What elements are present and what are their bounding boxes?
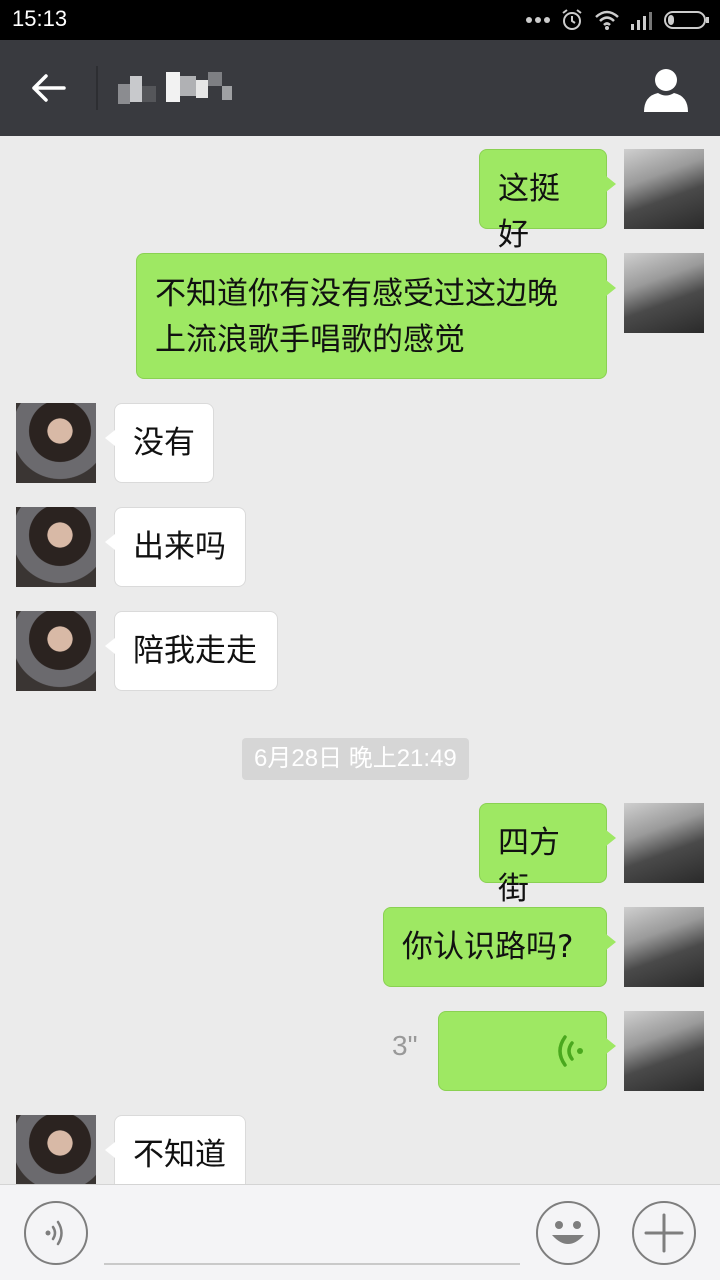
message-list[interactable]: 这挺好 不知道你有没有感受过这边晚上流浪歌手唱歌的感觉 没有 出来吗 陪我走走 … (0, 136, 720, 1184)
timestamp-divider: 6月28日 晚上21:49 (242, 738, 469, 780)
emoji-button[interactable] (536, 1201, 600, 1265)
contact-profile-button[interactable] (642, 66, 690, 114)
contact-avatar[interactable] (16, 507, 96, 587)
contact-avatar[interactable] (16, 611, 96, 691)
input-bar (0, 1184, 720, 1280)
my-avatar[interactable] (624, 253, 704, 333)
more-options-button[interactable] (632, 1201, 696, 1265)
emoji-icon (552, 1221, 584, 1244)
contact-avatar[interactable] (16, 1115, 96, 1184)
message-bubble[interactable]: 这挺好 (479, 149, 616, 253)
message-bubble[interactable]: 四方街 (479, 803, 616, 907)
chat-header (0, 40, 720, 136)
voice-mode-button[interactable] (24, 1201, 88, 1265)
my-avatar[interactable] (624, 1011, 704, 1091)
message-bubble[interactable]: 没有 (105, 403, 214, 483)
my-avatar[interactable] (624, 149, 704, 229)
contact-name (118, 66, 238, 116)
voice-duration: 3" (392, 1030, 418, 1061)
person-icon (644, 69, 688, 112)
more-dots-icon (526, 17, 550, 23)
status-icons (516, 8, 710, 32)
wifi-icon (595, 10, 619, 30)
signal-icon (631, 12, 652, 30)
voice-wave-icon (558, 1035, 583, 1067)
voice-mode-icon (45, 1220, 63, 1246)
battery-icon (664, 11, 709, 29)
contact-avatar[interactable] (16, 403, 96, 483)
message-bubble[interactable]: 你认识路吗? (383, 907, 616, 987)
my-avatar[interactable] (624, 803, 704, 883)
message-bubble[interactable]: 不知道 (105, 1115, 246, 1184)
header-divider (96, 66, 98, 110)
status-bar: 15:13 (0, 0, 720, 40)
voice-bubble[interactable] (438, 1011, 616, 1091)
status-time: 15:13 (12, 6, 68, 31)
alarm-icon (562, 9, 582, 30)
back-button[interactable] (18, 64, 78, 112)
back-arrow-icon (32, 74, 66, 102)
message-bubble[interactable]: 出来吗 (105, 507, 246, 587)
message-input[interactable] (104, 1263, 520, 1265)
message-bubble[interactable]: 不知道你有没有感受过这边晚上流浪歌手唱歌的感觉 (136, 253, 616, 379)
my-avatar[interactable] (624, 907, 704, 987)
message-bubble[interactable]: 陪我走走 (105, 611, 278, 691)
plus-icon (644, 1213, 684, 1253)
